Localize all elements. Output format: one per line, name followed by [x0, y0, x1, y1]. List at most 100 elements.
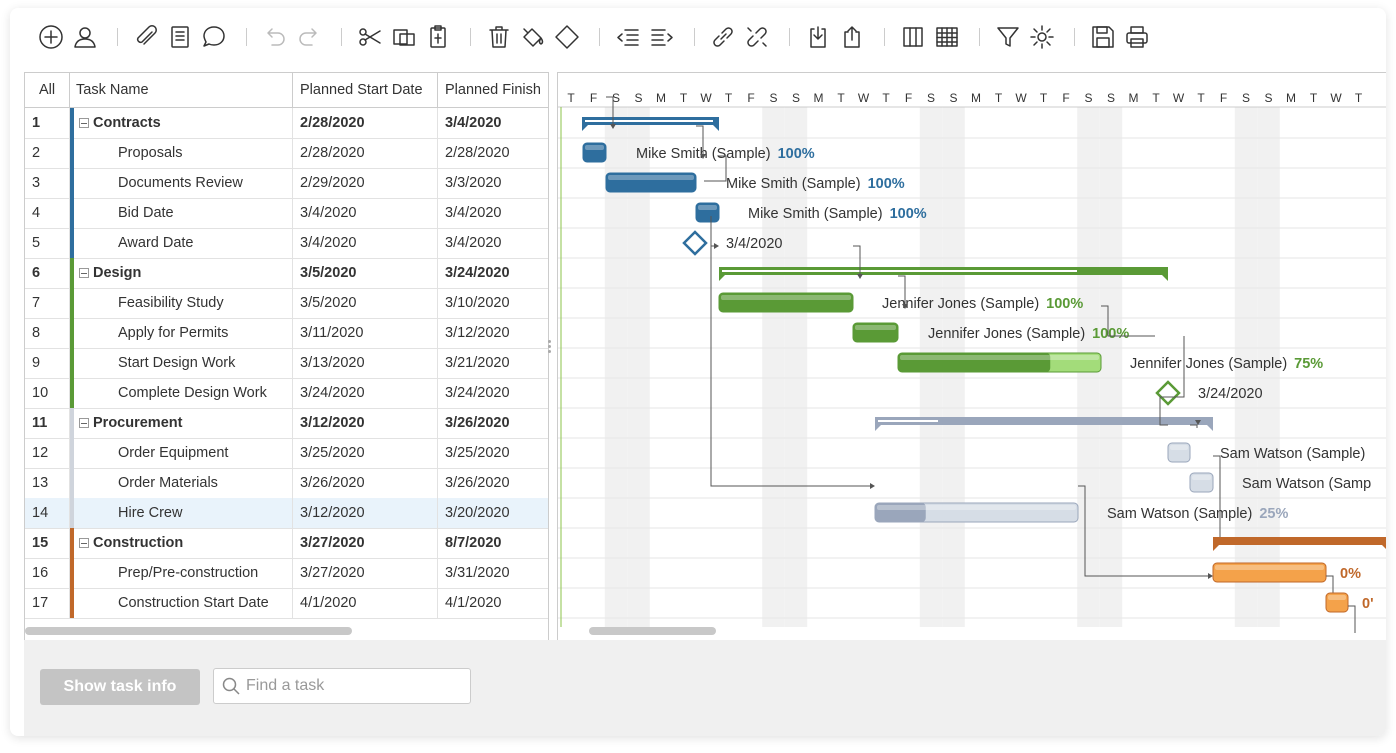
task-name-cell[interactable]: Construction	[74, 528, 293, 558]
paperclip-icon[interactable]	[131, 22, 161, 52]
table-row[interactable]: 2 Proposals 2/28/2020 2/28/2020	[25, 138, 548, 169]
paste-icon[interactable]	[423, 22, 453, 52]
summary-bar[interactable]	[1213, 537, 1386, 545]
planned-start-cell[interactable]: 3/5/2020	[293, 258, 438, 288]
table-row[interactable]: 4 Bid Date 3/4/2020 3/4/2020	[25, 198, 548, 229]
indent-icon[interactable]	[647, 22, 677, 52]
add-task-icon[interactable]	[36, 22, 66, 52]
trash-icon[interactable]	[484, 22, 514, 52]
task-name-cell[interactable]: Procurement	[74, 408, 293, 438]
table-icon[interactable]	[932, 22, 962, 52]
table-row[interactable]: 10 Complete Design Work 3/24/2020 3/24/2020	[25, 378, 548, 409]
planned-start-cell[interactable]: 3/24/2020	[293, 378, 438, 408]
planned-finish-cell[interactable]: 3/21/2020	[438, 348, 548, 378]
find-task-input[interactable]	[246, 669, 461, 703]
grid-horizontal-scrollbar[interactable]	[25, 627, 352, 635]
planned-start-cell[interactable]: 3/12/2020	[293, 408, 438, 438]
filter-icon[interactable]	[993, 22, 1023, 52]
planned-finish-cell[interactable]: 3/12/2020	[438, 318, 548, 348]
columns-icon[interactable]	[898, 22, 928, 52]
table-row[interactable]: 13 Order Materials 3/26/2020 3/26/2020	[25, 468, 548, 499]
planned-start-cell[interactable]: 2/28/2020	[293, 138, 438, 168]
task-name-cell[interactable]: Complete Design Work	[74, 378, 293, 408]
task-name-cell[interactable]: Start Design Work	[74, 348, 293, 378]
table-row[interactable]: 8 Apply for Permits 3/11/2020 3/12/2020	[25, 318, 548, 349]
task-name-cell[interactable]: Construction Start Date	[74, 588, 293, 618]
planned-finish-cell[interactable]: 3/31/2020	[438, 558, 548, 588]
task-name-cell[interactable]: Award Date	[74, 228, 293, 258]
notes-icon[interactable]	[165, 22, 195, 52]
table-row[interactable]: 6 Design 3/5/2020 3/24/2020	[25, 258, 548, 289]
table-row[interactable]: 17 Construction Start Date 4/1/2020 4/1/202…	[25, 588, 548, 619]
pane-splitter-handle[interactable]	[548, 338, 552, 358]
milestone-diamond[interactable]	[682, 230, 708, 256]
task-name-cell[interactable]: Proposals	[74, 138, 293, 168]
planned-finish-cell[interactable]: 3/4/2020	[438, 228, 548, 258]
task-name-cell[interactable]: Documents Review	[74, 168, 293, 198]
planned-finish-cell[interactable]: 4/1/2020	[438, 588, 548, 618]
planned-start-cell[interactable]: 3/13/2020	[293, 348, 438, 378]
planned-start-cell[interactable]: 2/29/2020	[293, 168, 438, 198]
task-name-cell[interactable]: Apply for Permits	[74, 318, 293, 348]
task-name-cell[interactable]: Contracts	[74, 108, 293, 138]
planned-finish-cell[interactable]: 3/4/2020	[438, 198, 548, 228]
collapse-icon[interactable]	[79, 268, 89, 278]
outdent-icon[interactable]	[613, 22, 643, 52]
task-name-cell[interactable]: Order Equipment	[74, 438, 293, 468]
table-row[interactable]: 12 Order Equipment 3/25/2020 3/25/2020	[25, 438, 548, 469]
link-icon[interactable]	[708, 22, 738, 52]
planned-start-cell[interactable]: 3/25/2020	[293, 438, 438, 468]
show-task-info-button[interactable]: Show task info	[40, 669, 200, 705]
undo-icon[interactable]	[260, 22, 290, 52]
col-task-name-header[interactable]: Task Name	[70, 73, 293, 107]
planned-finish-cell[interactable]: 3/25/2020	[438, 438, 548, 468]
planned-start-cell[interactable]: 3/4/2020	[293, 198, 438, 228]
save-icon[interactable]	[1088, 22, 1118, 52]
planned-finish-cell[interactable]: 3/10/2020	[438, 288, 548, 318]
task-name-cell[interactable]: Design	[74, 258, 293, 288]
print-icon[interactable]	[1122, 22, 1152, 52]
planned-start-cell[interactable]: 3/12/2020	[293, 498, 438, 528]
table-row[interactable]: 14 Hire Crew 3/12/2020 3/20/2020	[25, 498, 548, 529]
table-row[interactable]: 3 Documents Review 2/29/2020 3/3/2020	[25, 168, 548, 199]
planned-finish-cell[interactable]: 3/4/2020	[438, 108, 548, 138]
gear-icon[interactable]	[1027, 22, 1057, 52]
add-user-icon[interactable]	[70, 22, 100, 52]
planned-finish-cell[interactable]: 3/3/2020	[438, 168, 548, 198]
import-icon[interactable]	[803, 22, 833, 52]
planned-finish-cell[interactable]: 3/24/2020	[438, 378, 548, 408]
collapse-icon[interactable]	[79, 538, 89, 548]
planned-start-cell[interactable]: 3/27/2020	[293, 528, 438, 558]
planned-start-cell[interactable]: 4/1/2020	[293, 588, 438, 618]
planned-start-cell[interactable]: 3/5/2020	[293, 288, 438, 318]
planned-finish-cell[interactable]: 3/26/2020	[438, 468, 548, 498]
planned-start-cell[interactable]: 3/27/2020	[293, 558, 438, 588]
task-name-cell[interactable]: Hire Crew	[74, 498, 293, 528]
planned-start-cell[interactable]: 3/4/2020	[293, 228, 438, 258]
col-all-header[interactable]: All	[25, 73, 70, 107]
cut-icon[interactable]	[355, 22, 385, 52]
redo-icon[interactable]	[294, 22, 324, 52]
planned-start-cell[interactable]: 3/11/2020	[293, 318, 438, 348]
task-name-cell[interactable]: Order Materials	[74, 468, 293, 498]
table-row[interactable]: 15 Construction 3/27/2020 8/7/2020	[25, 528, 548, 559]
planned-start-cell[interactable]: 2/28/2020	[293, 108, 438, 138]
planned-finish-cell[interactable]: 8/7/2020	[438, 528, 548, 558]
collapse-icon[interactable]	[79, 118, 89, 128]
table-row[interactable]: 11 Procurement 3/12/2020 3/26/2020	[25, 408, 548, 439]
col-planned-start-header[interactable]: Planned Start Date	[293, 73, 438, 107]
collapse-icon[interactable]	[79, 418, 89, 428]
planned-finish-cell[interactable]: 3/26/2020	[438, 408, 548, 438]
planned-finish-cell[interactable]: 3/24/2020	[438, 258, 548, 288]
table-row[interactable]: 7 Feasibility Study 3/5/2020 3/10/2020	[25, 288, 548, 319]
table-row[interactable]: 16 Prep/Pre-construction 3/27/2020 3/31/202…	[25, 558, 548, 589]
table-row[interactable]: 5 Award Date 3/4/2020 3/4/2020	[25, 228, 548, 259]
unlink-icon[interactable]	[742, 22, 772, 52]
task-name-cell[interactable]: Bid Date	[74, 198, 293, 228]
task-name-cell[interactable]: Feasibility Study	[74, 288, 293, 318]
planned-start-cell[interactable]: 3/26/2020	[293, 468, 438, 498]
planned-finish-cell[interactable]: 3/20/2020	[438, 498, 548, 528]
planned-finish-cell[interactable]: 2/28/2020	[438, 138, 548, 168]
milestone-icon[interactable]	[552, 22, 582, 52]
table-row[interactable]: 1 Contracts 2/28/2020 3/4/2020	[25, 108, 548, 139]
